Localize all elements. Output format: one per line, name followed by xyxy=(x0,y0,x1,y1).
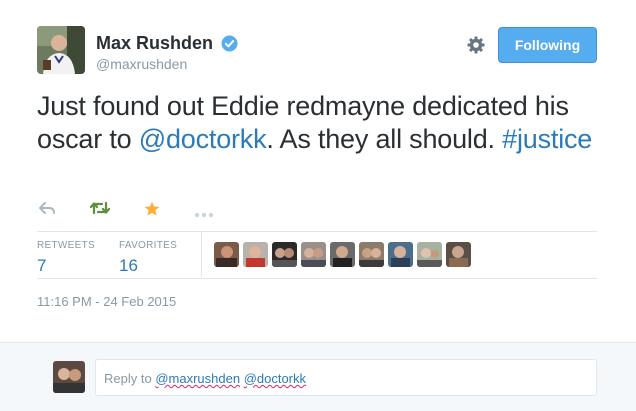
favoriter-avatar[interactable] xyxy=(388,242,413,267)
favoriter-avatar[interactable] xyxy=(214,242,239,267)
favoriter-avatar[interactable] xyxy=(243,242,268,267)
favorite-icon[interactable] xyxy=(144,201,160,222)
author-name[interactable]: Max Rushden xyxy=(96,33,213,54)
favorites-count: 16 xyxy=(119,256,138,275)
favorites-label: FAVORITES xyxy=(119,240,178,251)
tweet-text-part: . As they all should. xyxy=(266,124,503,154)
tweet-card: Max Rushden @maxrushden Following Just f… xyxy=(0,0,636,342)
tweet-text: Just found out Eddie redmayne dedicated … xyxy=(37,90,607,156)
author-handle[interactable]: @maxrushden xyxy=(96,56,238,72)
favoriter-avatar[interactable] xyxy=(301,242,326,267)
author-info: Max Rushden @maxrushden xyxy=(96,33,238,72)
gear-icon[interactable] xyxy=(466,35,486,55)
favoriter-avatar[interactable] xyxy=(359,242,384,267)
stats-divider xyxy=(201,232,202,277)
tweet-mention-link[interactable]: @doctorkk xyxy=(139,124,267,154)
following-button[interactable]: Following xyxy=(498,27,597,63)
favoriter-avatar[interactable] xyxy=(272,242,297,267)
retweets-stat[interactable]: RETWEETS 7 xyxy=(37,240,95,276)
more-icon[interactable] xyxy=(194,205,214,223)
favoriter-avatar[interactable] xyxy=(446,242,471,267)
reply-mention: @doctorkk xyxy=(243,371,307,386)
verified-badge-icon xyxy=(221,35,238,52)
retweets-label: RETWEETS xyxy=(37,240,95,251)
reply-area: Reply to @maxrushden @doctorkk xyxy=(0,342,636,411)
favorites-stat[interactable]: FAVORITES 16 xyxy=(119,240,177,276)
favoriter-avatar[interactable] xyxy=(330,242,355,267)
retweets-count: 7 xyxy=(37,256,47,275)
retweet-icon[interactable] xyxy=(89,201,111,220)
tweet-hashtag-link[interactable]: #justice xyxy=(502,124,592,154)
stats-bottom-divider xyxy=(37,278,597,279)
reply-input[interactable]: Reply to @maxrushden @doctorkk xyxy=(95,359,597,396)
reply-icon[interactable] xyxy=(39,201,55,220)
favoriter-avatars xyxy=(214,242,471,267)
reply-mention: @maxrushden xyxy=(155,371,241,386)
stats-top-divider xyxy=(37,231,597,232)
user-avatar xyxy=(53,361,85,393)
author-avatar[interactable] xyxy=(37,26,85,74)
reply-prefix: Reply to xyxy=(104,371,156,386)
tweet-timestamp[interactable]: 11:16 PM - 24 Feb 2015 xyxy=(37,294,176,309)
favoriter-avatar[interactable] xyxy=(417,242,442,267)
